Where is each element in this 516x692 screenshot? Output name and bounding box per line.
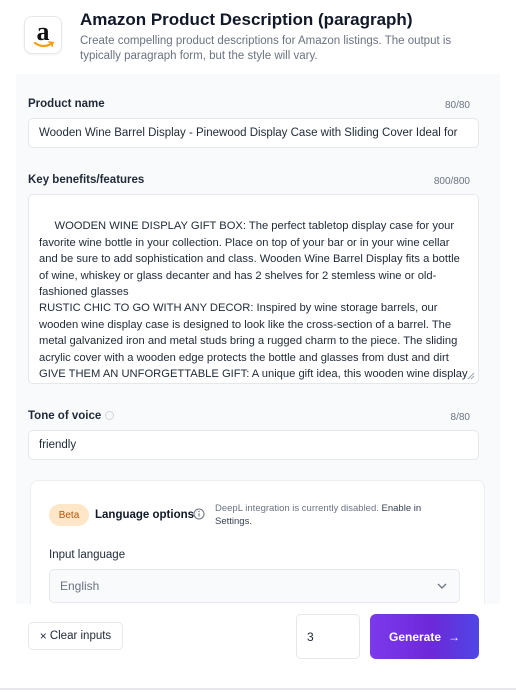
info-icon[interactable]	[193, 508, 205, 520]
input-language-value: English	[60, 579, 100, 593]
deepl-note: DeepL integration is currently disabled.…	[215, 502, 445, 528]
arrow-right-icon: →	[448, 629, 461, 644]
beta-badge: Beta	[49, 504, 89, 526]
language-options-title: Language options	[95, 509, 195, 521]
product-name-input[interactable]: Wooden Wine Barrel Display - Pinewood Di…	[28, 118, 479, 148]
features-counter: 800/800	[433, 176, 470, 187]
features-textarea[interactable]: WOODEN WINE DISPLAY GIFT BOX: The perfec…	[28, 194, 479, 384]
product-name-counter: 80/80	[444, 100, 470, 111]
product-name-label: Product name	[28, 98, 105, 110]
language-options-card: Beta Language options DeepL integration …	[30, 480, 485, 604]
tone-info-icon[interactable]	[105, 411, 115, 420]
amazon-logo: a	[24, 16, 62, 54]
input-language-label: Input language	[49, 549, 126, 561]
features-label: Key benefits/features	[28, 174, 145, 186]
resize-grip-icon[interactable]	[467, 372, 475, 380]
close-icon: ×	[39, 629, 47, 643]
amazon-smile-icon	[34, 41, 54, 48]
features-text: WOODEN WINE DISPLAY GIFT BOX: The perfec…	[39, 220, 468, 381]
deepl-note-text: DeepL integration is currently disabled.	[215, 503, 379, 514]
clear-inputs-button[interactable]: × Clear inputs	[28, 622, 123, 650]
app-header: a Amazon Product Description (paragraph)…	[0, 0, 516, 72]
tone-input[interactable]: friendly	[28, 430, 479, 460]
outputs-count-input[interactable]: 3	[296, 614, 360, 659]
bottom-divider	[0, 688, 516, 690]
page-title: Amazon Product Description (paragraph)	[80, 10, 413, 29]
chevron-down-icon	[437, 583, 447, 589]
tone-counter: 8/80	[450, 412, 470, 423]
tone-label: Tone of voice	[28, 410, 115, 422]
action-footer: × Clear inputs 3 Generate →	[0, 604, 516, 672]
page-description: Create compelling product descriptions f…	[80, 35, 452, 62]
tone-label-text: Tone of voice	[28, 410, 102, 422]
input-language-select[interactable]: English	[49, 569, 460, 603]
generate-button[interactable]: Generate →	[370, 614, 479, 659]
form-panel: Product name 80/80 Wooden Wine Barrel Di…	[16, 74, 500, 604]
clear-inputs-label: Clear inputs	[49, 630, 112, 642]
generate-label: Generate	[388, 629, 442, 644]
